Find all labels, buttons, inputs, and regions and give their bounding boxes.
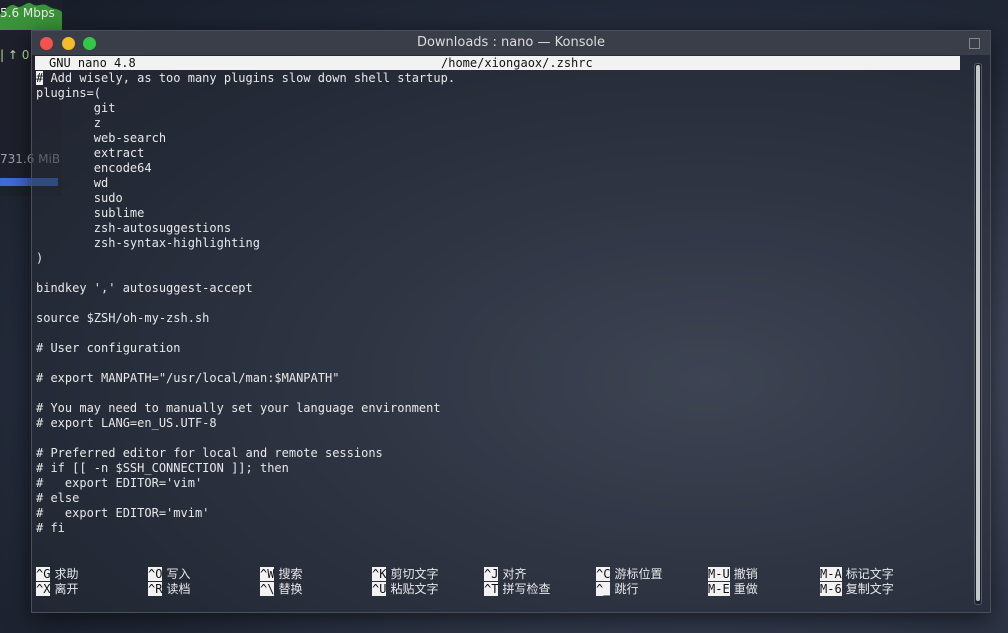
- shortcut-label: 标记文字: [845, 567, 894, 581]
- nano-title-bar: GNU nano 4.8 /home/xiongaox/.zshrc: [35, 56, 960, 70]
- editor-line: # if [[ -n $SSH_CONNECTION ]]; then: [36, 461, 289, 475]
- shortcut-label: 复制文字: [845, 582, 894, 596]
- editor-line: # export EDITOR='mvim': [36, 506, 210, 520]
- editor-line: sudo: [36, 191, 123, 205]
- shortcut-key: ^_: [596, 582, 611, 596]
- editor-line: # export MANPATH="/usr/local/man:$MANPAT…: [36, 371, 340, 385]
- shortcut-key: ^R: [148, 582, 163, 596]
- editor-line: bindkey ',' autosuggest-accept: [36, 281, 253, 295]
- shortcut-item: ^G 求助: [36, 567, 78, 582]
- upload-indicator: | ↑ 0: [0, 48, 30, 62]
- scrollbar[interactable]: [974, 63, 982, 605]
- shortcut-item: ^\ 替换: [260, 582, 302, 597]
- editor-line: # You may need to manually set your lang…: [36, 401, 441, 415]
- shortcut-label: 求助: [54, 567, 79, 581]
- shortcut-key: ^\: [260, 582, 275, 596]
- shortcut-item: ^X 离开: [36, 582, 78, 597]
- editor-line: # Add wisely, as too many plugins slow d…: [36, 71, 456, 85]
- file-path: /home/xiongaox/.zshrc: [441, 56, 593, 70]
- shortcut-label: 重做: [733, 582, 758, 596]
- editor-line: encode64: [36, 161, 152, 175]
- shortcut-key: M-U: [708, 567, 730, 581]
- editor-line: z: [36, 116, 102, 130]
- editor-line: web-search: [36, 131, 167, 145]
- editor-line: # else: [36, 491, 80, 505]
- shortcut-item: ^R 读档: [148, 582, 190, 597]
- shortcut-key: M-A: [820, 567, 842, 581]
- shortcut-key: ^U: [372, 582, 387, 596]
- pin-icon[interactable]: [969, 38, 980, 49]
- editor-line: source $ZSH/oh-my-zsh.sh: [36, 311, 210, 325]
- editor-line: # fi: [36, 521, 65, 535]
- shortcut-item: M-6 复制文字: [820, 582, 894, 597]
- shortcut-label: 游标位置: [614, 567, 663, 581]
- shortcut-label: 写入: [166, 567, 191, 581]
- shortcut-item: ^K 剪切文字: [372, 567, 438, 582]
- shortcut-key: ^J: [484, 567, 499, 581]
- nano-version: GNU nano 4.8: [49, 56, 136, 70]
- shortcut-key: ^O: [148, 567, 163, 581]
- shortcut-item: ^_ 跳行: [596, 582, 638, 597]
- title-bar[interactable]: Downloads : nano — Konsole: [32, 31, 990, 55]
- shortcut-key: ^W: [260, 567, 275, 581]
- shortcut-key: ^C: [596, 567, 611, 581]
- terminal-area[interactable]: GNU nano 4.8 /home/xiongaox/.zshrc # Add…: [35, 56, 963, 609]
- scrollbar-thumb[interactable]: [976, 65, 980, 601]
- shortcut-label: 跳行: [614, 582, 639, 596]
- shortcut-item: ^C 游标位置: [596, 567, 662, 582]
- shortcut-item: M-A 标记文字: [820, 567, 894, 582]
- editor-line: plugins=(: [36, 86, 102, 100]
- shortcut-label: 拼写检查: [502, 582, 551, 596]
- shortcut-item: ^T 拼写检查: [484, 582, 550, 597]
- shortcut-item: ^O 写入: [148, 567, 190, 582]
- editor-buffer[interactable]: # Add wisely, as too many plugins slow d…: [36, 71, 455, 536]
- shortcut-label: 撤销: [733, 567, 758, 581]
- editor-line: git: [36, 101, 116, 115]
- editor-line: # export EDITOR='vim': [36, 476, 203, 490]
- shortcut-key: ^G: [36, 567, 51, 581]
- editor-line: zsh-autosuggestions: [36, 221, 232, 235]
- window-title: Downloads : nano — Konsole: [416, 35, 606, 50]
- konsole-window: Downloads : nano — Konsole GNU nano 4.8 …: [31, 30, 991, 613]
- editor-line: # Preferred editor for local and remote …: [36, 446, 383, 460]
- editor-line: # User configuration: [36, 341, 181, 355]
- shortcut-key: M-6: [820, 582, 842, 596]
- editor-line: zsh-syntax-highlighting: [36, 236, 260, 250]
- shortcut-item: ^U 粘贴文字: [372, 582, 438, 597]
- shortcut-label: 对齐: [502, 567, 527, 581]
- shortcut-key: M-E: [708, 582, 730, 596]
- editor-line: ): [36, 251, 44, 265]
- shortcut-item: ^J 对齐: [484, 567, 526, 582]
- shortcut-item: ^W 搜索: [260, 567, 302, 582]
- editor-line: extract: [36, 146, 145, 160]
- shortcut-item: M-U 撤销: [708, 567, 758, 582]
- shortcut-label: 剪切文字: [390, 567, 439, 581]
- editor-line: sublime: [36, 206, 145, 220]
- shortcut-key: ^X: [36, 582, 51, 596]
- network-speed: 5.6 Mbps: [0, 6, 55, 20]
- shortcut-item: M-E 重做: [708, 582, 758, 597]
- shortcut-label: 读档: [166, 582, 191, 596]
- shortcut-label: 离开: [54, 582, 79, 596]
- shortcut-label: 搜索: [278, 567, 303, 581]
- shortcut-key: ^K: [372, 567, 387, 581]
- shortcut-label: 粘贴文字: [390, 582, 439, 596]
- shortcut-label: 替换: [278, 582, 303, 596]
- editor-line: # export LANG=en_US.UTF-8: [36, 416, 217, 430]
- shortcut-key: ^T: [484, 582, 499, 596]
- editor-line: wd: [36, 176, 109, 190]
